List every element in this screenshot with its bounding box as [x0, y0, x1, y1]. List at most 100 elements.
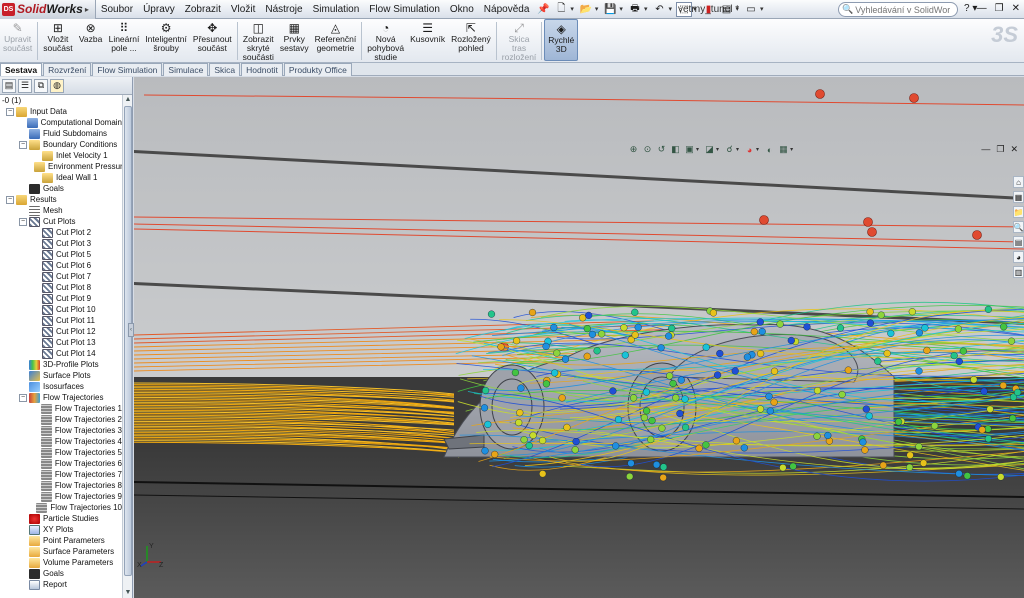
tree-node[interactable]: Flow Trajectories 8 — [0, 480, 122, 491]
feature-tree-tab-icon[interactable]: ▤ — [2, 78, 16, 93]
tree-node[interactable]: Surface Parameters — [0, 546, 122, 557]
toolbar-button[interactable]: ◬ Referenční geometrie — [312, 19, 360, 53]
tab[interactable]: Simulace — [163, 63, 209, 76]
tree-node[interactable]: Cut Plot 6 — [0, 260, 122, 271]
tree-node[interactable]: Flow Trajectories 1 — [0, 403, 122, 414]
tree-node[interactable]: Flow Trajectories 9 — [0, 491, 122, 502]
collapse-toggle-icon[interactable]: − — [19, 217, 27, 226]
tree-node[interactable]: Fluid Subdomains — [0, 128, 122, 139]
tree-node[interactable]: 3D-Profile Plots — [0, 359, 122, 370]
file-explorer-tab-icon[interactable]: 📁 — [1013, 206, 1024, 218]
tree-node[interactable]: Goals — [0, 568, 122, 579]
toolbar-button[interactable]: ◔ Nová pohybová studie — [364, 19, 407, 62]
menu-item[interactable]: Nápověda — [479, 0, 535, 19]
tree-node[interactable]: Cut Plot 10 — [0, 304, 122, 315]
viewport-restore-icon[interactable]: ❐ — [996, 144, 1004, 155]
tree-node[interactable]: − Cut Plots — [0, 216, 122, 227]
tree-node[interactable]: Particle Studies — [0, 513, 122, 524]
tree-node[interactable]: XY Plots — [0, 524, 122, 535]
tree-node[interactable]: Cut Plot 11 — [0, 315, 122, 326]
display-style-dropdown-icon[interactable]: ▾ — [716, 146, 719, 153]
restore-icon[interactable]: ❐ — [995, 3, 1004, 14]
display-style-icon[interactable]: ◪ — [704, 144, 715, 155]
tree-node[interactable]: Cut Plot 8 — [0, 282, 122, 293]
toolbar-button[interactable]: ⇱ Rozložený pohled — [448, 19, 494, 53]
menu-item[interactable]: Okno — [445, 0, 479, 19]
view-palette-tab-icon[interactable]: ▤ — [1013, 236, 1024, 248]
save-icon[interactable]: 💾 — [602, 2, 618, 17]
new-document-icon[interactable]: 🗋 — [553, 2, 569, 17]
apply-scene-icon[interactable]: ◐ — [764, 144, 775, 155]
flow-analysis-tree-tab-icon[interactable]: ◍ — [50, 78, 64, 93]
toolbar-button[interactable]: ⊞ Vložit součást — [40, 19, 75, 53]
search-input[interactable] — [855, 4, 951, 15]
viewport-minimize-icon[interactable]: — — [981, 144, 990, 155]
menu-item[interactable]: Simulation — [308, 0, 365, 19]
property-manager-tab-icon[interactable]: ☰ — [18, 78, 32, 93]
toolbar-button[interactable]: ◫ Zobrazit skryté součásti — [240, 19, 277, 62]
search-box[interactable]: 🔍 — [838, 2, 958, 17]
tree-node[interactable]: Flow Trajectories 6 — [0, 458, 122, 469]
search-tab-icon[interactable]: 🔍 — [1013, 221, 1024, 233]
scroll-up-icon[interactable]: ▲ — [123, 95, 133, 105]
toolbar-button[interactable]: ⤢ Skica tras rozložení — [499, 19, 540, 62]
edit-appearance-dropdown-icon[interactable]: ▾ — [756, 146, 759, 153]
hide-show-dropdown-icon[interactable]: ▾ — [736, 146, 739, 153]
menu-item[interactable]: Vložit — [226, 0, 260, 19]
tree-node[interactable]: Isosurfaces — [0, 381, 122, 392]
help-icon[interactable]: ? ▾ — [964, 3, 977, 14]
tree-node[interactable]: Report — [0, 579, 122, 590]
undo-dropdown-icon[interactable]: ▾ — [668, 5, 672, 13]
view-settings-icon[interactable]: ▦ — [778, 144, 789, 155]
print-dropdown-icon[interactable]: ▾ — [644, 5, 648, 13]
tree-node[interactable]: Surface Plots — [0, 370, 122, 381]
tree-node[interactable]: Cut Plot 13 — [0, 337, 122, 348]
minimize-icon[interactable]: — — [977, 3, 987, 14]
pin-icon[interactable]: 📌 — [535, 2, 551, 17]
undo-icon[interactable]: ↶ — [651, 2, 667, 17]
tree-node[interactable]: − Flow Trajectories — [0, 392, 122, 403]
tree-node[interactable]: Cut Plot 2 — [0, 227, 122, 238]
tree-node[interactable]: − Boundary Conditions — [0, 139, 122, 150]
tree-node[interactable]: Flow Trajectories 4 — [0, 436, 122, 447]
view-orientation-icon[interactable]: ▣ — [684, 144, 695, 155]
tree-node[interactable]: Cut Plot 9 — [0, 293, 122, 304]
tree-node[interactable]: Cut Plot 3 — [0, 238, 122, 249]
tree-node[interactable]: Mesh — [0, 205, 122, 216]
close-icon[interactable]: ✕ — [1012, 3, 1020, 14]
design-library-tab-icon[interactable]: ▦ — [1013, 191, 1024, 203]
tree-node[interactable]: − Input Data — [0, 106, 122, 117]
hide-show-items-icon[interactable]: ☌ — [724, 144, 735, 155]
tab[interactable]: Skica — [209, 63, 241, 76]
tree-node[interactable]: Flow Trajectories 3 — [0, 425, 122, 436]
collapse-toggle-icon[interactable]: − — [19, 393, 27, 402]
options-dropdown-icon[interactable]: ▾ — [760, 5, 764, 13]
menu-item[interactable]: Soubor — [96, 0, 138, 19]
tree-node[interactable]: Point Parameters — [0, 535, 122, 546]
tree-node[interactable]: Flow Trajectories 10 — [0, 502, 122, 513]
print-icon[interactable]: 🖶 — [627, 2, 643, 17]
tree-node[interactable]: Cut Plot 5 — [0, 249, 122, 260]
tree-node[interactable]: Cut Plot 14 — [0, 348, 122, 359]
tab[interactable]: Hodnotit — [241, 63, 283, 76]
edit-appearance-icon[interactable]: ◕ — [744, 144, 755, 155]
new-document-dropdown-icon[interactable]: ▾ — [570, 5, 574, 13]
menu-item[interactable]: Úpravy — [138, 0, 180, 19]
tree-node[interactable]: Volume Parameters — [0, 557, 122, 568]
toolbar-button[interactable]: ☰ Kusovník — [407, 19, 448, 44]
custom-properties-tab-icon[interactable]: ▥ — [1013, 266, 1024, 278]
resources-tab-icon[interactable]: ⌂ — [1013, 176, 1024, 188]
toolbar-button[interactable]: ⠿ Lineární pole ... — [106, 19, 143, 53]
open-document-dropdown-icon[interactable]: ▾ — [595, 5, 599, 13]
tab[interactable]: Sestava — [0, 63, 43, 76]
toolbar-button[interactable]: ◈ Rychlé 3D — [544, 19, 579, 61]
viewport-close-icon[interactable]: ✕ — [1010, 144, 1018, 155]
tree-node[interactable]: Flow Trajectories 5 — [0, 447, 122, 458]
toolbar-button[interactable]: ⊗ Vazba — [76, 19, 106, 44]
zoom-to-area-icon[interactable]: ⊙ — [642, 144, 653, 155]
logo-menu-arrow-icon[interactable]: ▸ — [85, 5, 89, 14]
tree-node[interactable]: Flow Trajectories 7 — [0, 469, 122, 480]
options-icon[interactable]: ▭ — [743, 2, 759, 17]
previous-view-icon[interactable]: ↺ — [656, 144, 667, 155]
solidworks-logo[interactable]: DS SolidWorks ▸ — [0, 0, 96, 19]
